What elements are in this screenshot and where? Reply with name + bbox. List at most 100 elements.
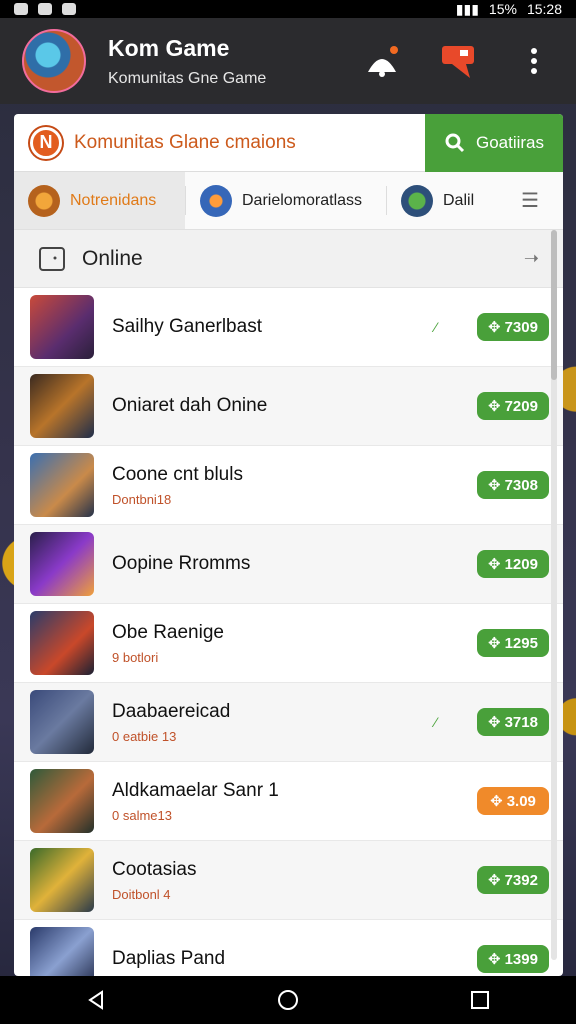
price-badge[interactable]: ✥ 3718	[477, 708, 549, 736]
price-badge[interactable]: ✥ 7209	[477, 392, 549, 420]
item-subtitle: 0 salme13	[112, 807, 172, 823]
list-item[interactable]: Cootasias Doitbonl 4 ✥ 7392	[14, 841, 563, 920]
price-badge[interactable]: ✥ 3.09	[477, 787, 549, 815]
price-value: 1399	[504, 950, 538, 968]
back-icon[interactable]	[76, 980, 116, 1020]
notification-icon	[14, 3, 28, 15]
price-value: 7309	[504, 318, 538, 336]
gem-icon: ✥	[488, 635, 501, 652]
tab-label: Darielomoratlass	[242, 191, 363, 209]
item-title: Oniaret dah Onine	[112, 395, 268, 416]
avatar[interactable]	[22, 29, 86, 93]
search-button-label: Goatiiras	[475, 133, 545, 152]
list-view-icon[interactable]: ☰	[521, 188, 539, 213]
game-thumbnail	[30, 295, 94, 359]
price-value: 1295	[504, 634, 538, 652]
price-value: 1209	[504, 555, 538, 573]
item-title: Obe Raenige	[112, 621, 224, 643]
list-item[interactable]: Sailhy Ganerlbast ⁄ ✥ 7309	[14, 288, 563, 367]
navigation-bar	[0, 976, 576, 1024]
game-thumbnail	[30, 453, 94, 517]
tab-label: Dalil	[443, 191, 475, 209]
list-item[interactable]: Coone cnt bluls Dontbni18 ✥ 7308	[14, 446, 563, 525]
item-title: Oopine Rromms	[112, 553, 251, 574]
search-bar: N Komunitas Glane cmaions Goatiiras	[14, 114, 563, 172]
price-badge[interactable]: ✥ 1295	[477, 629, 549, 657]
console-icon	[39, 246, 65, 271]
tab-bar: Notrenidans Darielomoratlass Dalil ☰	[14, 172, 563, 230]
item-title: Daabaereicad	[112, 700, 231, 722]
status-bar: ▮▮▮ 15% 15:28	[0, 0, 576, 18]
item-subtitle: 9 botlori	[112, 649, 159, 665]
notification-bell-icon[interactable]	[362, 43, 402, 79]
game-thumbnail	[30, 374, 94, 438]
game-thumbnail	[30, 769, 94, 833]
list-item[interactable]: Daplias Pand ✥ 1399	[14, 920, 563, 976]
item-title: Cootasias	[112, 858, 197, 880]
notification-icon	[38, 3, 52, 15]
price-badge[interactable]: ✥ 1209	[477, 550, 549, 578]
battery-level: 15%	[488, 1, 517, 17]
tab-avatar-icon	[401, 184, 433, 217]
item-title: Sailhy Ganerlbast	[112, 316, 262, 337]
item-title: Coone cnt bluls	[112, 463, 243, 485]
list-item[interactable]: Daabaereicad 0 eatbie 13 ⁄ ✥ 3718	[14, 683, 563, 762]
scrollbar-thumb[interactable]	[551, 230, 557, 380]
item-title: Daplias Pand	[112, 948, 226, 969]
gem-icon: ✥	[488, 951, 501, 968]
recents-icon[interactable]	[460, 980, 500, 1020]
tab-notrenidans[interactable]: Notrenidans	[14, 172, 185, 229]
price-badge[interactable]: ✥ 7309	[477, 313, 549, 341]
search-button[interactable]: Goatiiras	[425, 114, 563, 172]
app-header: Kom Game Komunitas Gne Game	[0, 18, 576, 104]
search-field[interactable]: N Komunitas Glane cmaions	[14, 114, 425, 171]
game-thumbnail	[30, 611, 94, 675]
price-value: 3.09	[506, 792, 536, 810]
price-badge[interactable]: ✥ 1399	[477, 945, 549, 973]
game-thumbnail	[30, 848, 94, 912]
item-title: Aldkamaelar Sanr 1	[112, 779, 279, 801]
price-value: 3718	[504, 713, 538, 731]
item-subtitle: Dontbni18	[112, 491, 172, 507]
tab-label: Notrenidans	[70, 191, 157, 209]
check-icon: ⁄	[434, 319, 437, 335]
chevron-right-icon[interactable]: ➝	[524, 248, 539, 269]
gem-icon: ✥	[488, 714, 501, 731]
gem-icon: ✥	[488, 556, 501, 573]
game-thumbnail	[30, 690, 94, 754]
gem-icon: ✥	[488, 398, 501, 415]
list-item[interactable]: Oniaret dah Onine ✥ 7209	[14, 367, 563, 446]
signal-icon: ▮▮▮	[455, 0, 479, 17]
community-card: N Komunitas Glane cmaions Goatiiras Notr…	[14, 114, 563, 976]
tab-avatar-icon	[200, 184, 232, 217]
list-item[interactable]: Oopine Rromms ✥ 1209	[14, 525, 563, 604]
tab-darielomoratlass[interactable]: Darielomoratlass	[186, 172, 386, 229]
price-value: 7308	[504, 476, 538, 494]
scrollbar[interactable]	[551, 230, 557, 960]
list-item[interactable]: Aldkamaelar Sanr 1 0 salme13 ✥ 3.09	[14, 762, 563, 841]
section-title: Online	[82, 246, 143, 270]
item-subtitle: 0 eatbie 13	[112, 728, 177, 744]
list-item[interactable]: Obe Raenige 9 botlori ✥ 1295	[14, 604, 563, 683]
price-badge[interactable]: ✥ 7308	[477, 471, 549, 499]
check-icon: ⁄	[434, 714, 437, 730]
home-icon[interactable]	[268, 980, 308, 1020]
price-value: 7392	[504, 871, 538, 889]
item-subtitle: Doitbonl 4	[112, 886, 171, 902]
gem-icon: ✥	[490, 793, 503, 810]
price-badge[interactable]: ✥ 7392	[477, 866, 549, 894]
gem-icon: ✥	[488, 477, 501, 494]
gem-icon: ✥	[488, 319, 501, 336]
tab-dalil[interactable]: Dalil ☰	[387, 172, 563, 229]
notification-icon	[62, 3, 76, 15]
game-list: Sailhy Ganerlbast ⁄ ✥ 7309 Oniaret dah Onine…	[14, 288, 563, 976]
search-placeholder: Komunitas Glane cmaions	[74, 131, 296, 153]
game-thumbnail	[30, 927, 94, 976]
app-subtitle: Komunitas Gne Game	[108, 69, 267, 87]
tab-avatar-icon	[28, 184, 60, 217]
gift-icon[interactable]	[438, 43, 478, 79]
section-header[interactable]: Online ➝	[14, 230, 563, 288]
gem-icon: ✥	[488, 872, 501, 889]
more-options-icon[interactable]	[514, 43, 554, 79]
search-icon	[445, 133, 465, 153]
